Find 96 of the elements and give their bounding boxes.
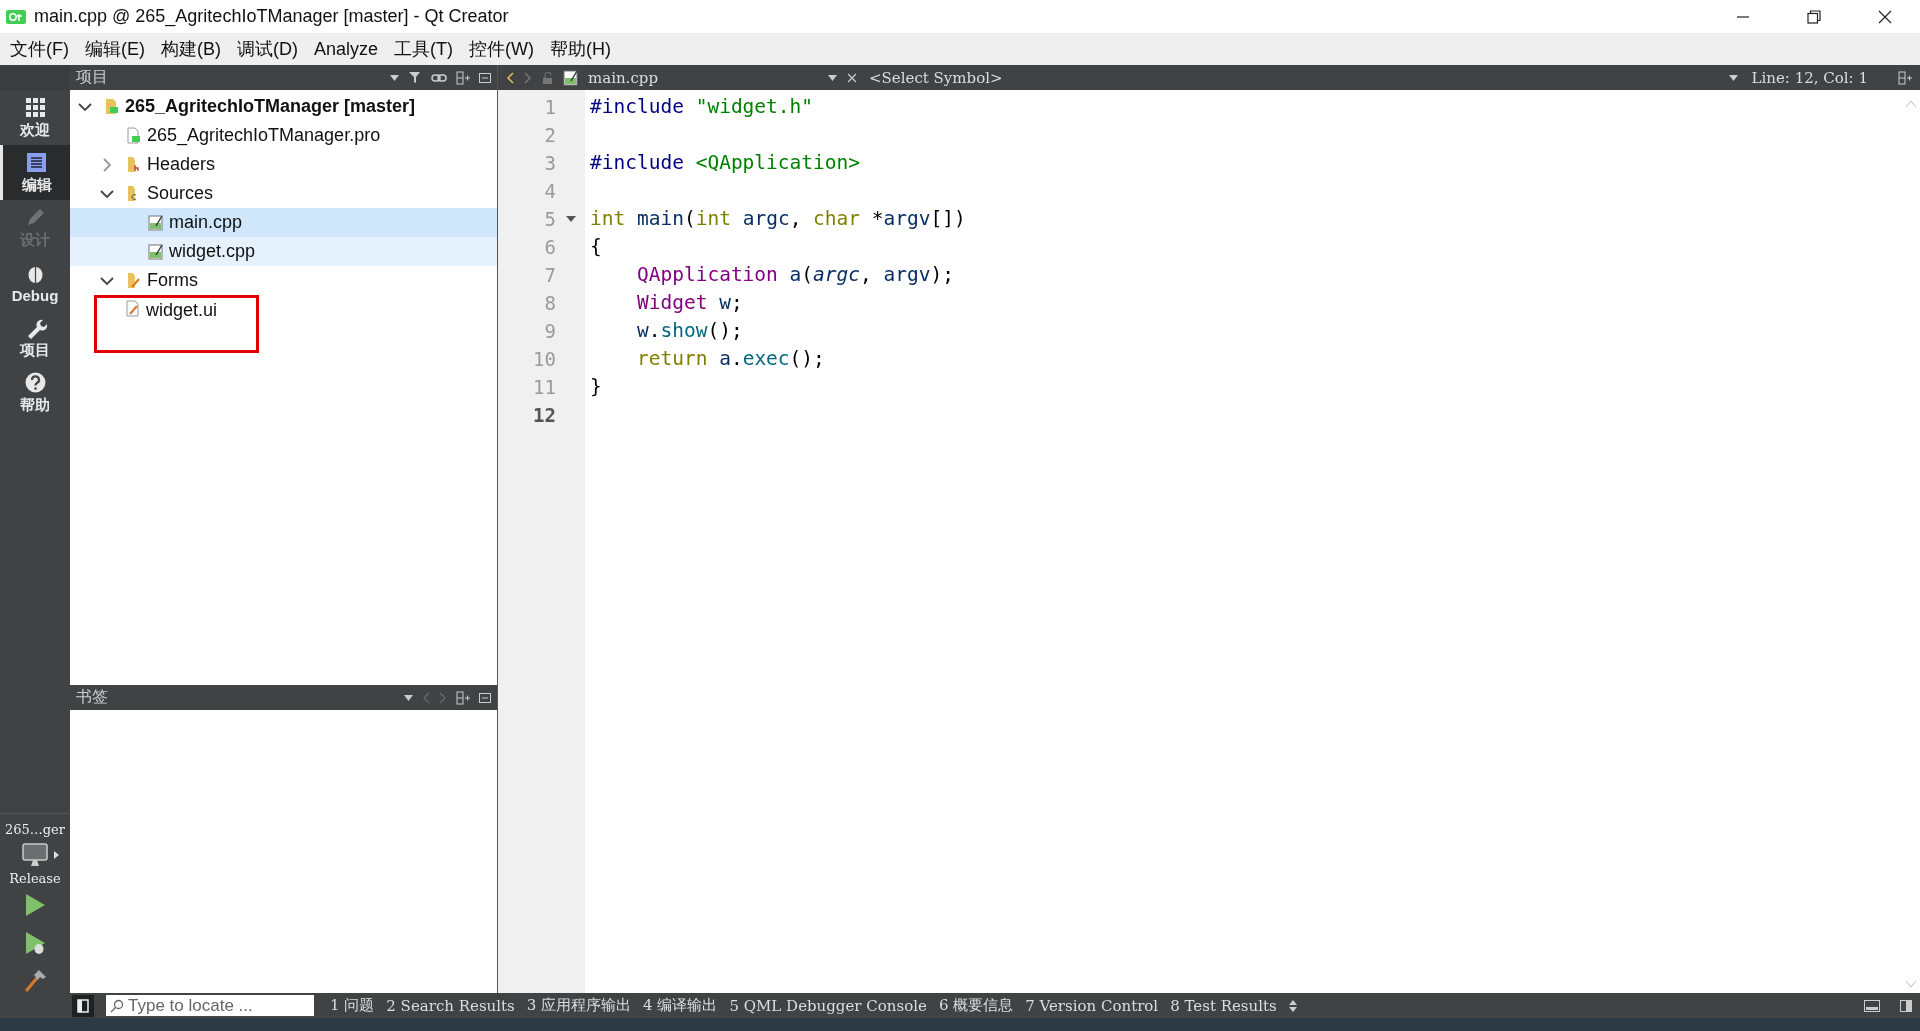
line-number: 11 [532, 376, 556, 398]
line-number: 3 [543, 152, 556, 174]
tree-item[interactable]: Forms [70, 266, 497, 295]
locate-field[interactable]: Type to locate ... [106, 995, 314, 1016]
dropdown-icon[interactable] [390, 74, 399, 81]
code-line: { [590, 234, 602, 260]
tree-item[interactable]: 265_AgritechIoTManager.pro [70, 121, 497, 150]
tree-item[interactable]: 265_AgritechIoTManager [master] [70, 92, 497, 121]
fold-icon[interactable] [565, 216, 576, 222]
menu-item[interactable]: Analyze [306, 38, 387, 60]
output-pane-button[interactable]: 7 Version Control [1025, 996, 1159, 1015]
split-icon[interactable] [456, 690, 470, 705]
menu-item[interactable]: 控件(W) [461, 37, 542, 61]
expand-icon[interactable] [1288, 999, 1297, 1012]
tree-item[interactable]: Sources [70, 179, 497, 208]
output-toggle-icon[interactable] [1900, 999, 1912, 1012]
menu-item[interactable]: 编辑(E) [77, 37, 153, 61]
mode-button[interactable]: 帮助 [0, 365, 70, 420]
code-line: return a.exec(); [635, 346, 825, 372]
grid-icon [23, 95, 47, 119]
dropdown-icon[interactable] [404, 694, 413, 701]
document-icon [25, 150, 48, 174]
code-line: Widget w; [635, 290, 743, 316]
form-file-icon [125, 300, 140, 317]
help-icon [23, 370, 47, 394]
close-pane-icon[interactable] [479, 692, 491, 703]
split-icon[interactable] [1898, 70, 1912, 85]
cursor-position[interactable]: Line: 12, Col: 1 [1751, 68, 1868, 87]
split-icon[interactable] [456, 70, 470, 85]
mode-button[interactable]: 编辑 [0, 145, 70, 200]
code-line: int main(int argc, char *argv[]) [590, 206, 966, 232]
search-icon [110, 998, 124, 1013]
code-line: w.show(); [635, 318, 743, 344]
close-pane-icon[interactable] [479, 72, 491, 83]
monitor-icon [21, 843, 48, 867]
code-line: QApplication a(argc, argv); [635, 262, 954, 288]
output-pane-button[interactable]: 4 编译输出 [643, 996, 718, 1015]
menu-item[interactable]: 构建(B) [153, 37, 229, 61]
mode-button[interactable]: Debug [0, 255, 70, 310]
line-number: 4 [543, 180, 556, 202]
menu-item[interactable]: 调试(D) [229, 37, 306, 61]
pane-title: 项目 [76, 67, 108, 87]
line-number: 5 [543, 208, 556, 230]
code-line: #include "widget.h" [590, 94, 814, 120]
lock-icon [542, 71, 553, 84]
restore-icon[interactable] [1806, 9, 1821, 24]
source-file-icon [148, 243, 163, 260]
code-line: } [590, 374, 602, 400]
line-number: 9 [543, 320, 556, 342]
hammer-icon[interactable] [23, 969, 47, 993]
progress-icon[interactable] [1864, 999, 1880, 1012]
filter-icon[interactable] [408, 70, 422, 85]
line-number: 2 [543, 124, 556, 146]
debug-run-icon[interactable] [24, 931, 46, 955]
tree-item[interactable]: widget.ui [94, 295, 259, 353]
line-number: 6 [543, 236, 556, 258]
output-pane-button[interactable]: 6 概要信息 [938, 996, 1014, 1015]
menu-item[interactable]: 文件(F) [2, 37, 77, 61]
mode-button[interactable]: 项目 [0, 310, 70, 365]
caret-icon [53, 851, 59, 859]
output-pane-button[interactable]: 3 应用程序输出 [526, 996, 632, 1015]
app-logo-icon [6, 9, 26, 24]
menu-item[interactable]: 工具(T) [386, 37, 461, 61]
output-pane-button[interactable]: 5 QML Debugger Console [729, 996, 927, 1015]
output-pane-button[interactable]: 2 Search Results [386, 996, 515, 1015]
close-icon[interactable] [1877, 9, 1892, 24]
folder-icon [126, 156, 141, 173]
folder-icon [126, 272, 141, 289]
project-file-icon [126, 127, 141, 144]
symbol-selector[interactable]: <Select Symbol> [869, 68, 1003, 87]
dropdown-icon[interactable] [828, 74, 837, 81]
menu-item[interactable]: 帮助(H) [542, 37, 619, 61]
output-pane-button[interactable]: 1 问题 [330, 996, 375, 1015]
line-number: 10 [532, 348, 556, 370]
output-pane-button[interactable]: 8 Test Results [1170, 996, 1277, 1015]
line-number: 12 [532, 404, 556, 426]
line-number: 1 [543, 96, 556, 118]
sidebar-toggle-icon[interactable] [72, 994, 94, 1017]
tree-item[interactable]: main.cpp [70, 208, 497, 237]
tree-item[interactable]: Headers [70, 150, 497, 179]
chevron-right-icon[interactable] [100, 157, 114, 172]
dropdown-icon[interactable] [1728, 74, 1738, 81]
link-icon[interactable] [431, 71, 447, 84]
source-file-icon [148, 214, 163, 231]
window-title: main.cpp @ 265_AgritechIoTManager [master] - Qt Creator [34, 6, 509, 27]
line-number: 7 [543, 264, 556, 286]
run-icon[interactable] [24, 893, 46, 917]
file-selector[interactable]: main.cpp [588, 68, 818, 87]
project-folder-icon [104, 98, 119, 115]
code-line: #include <QApplication> [590, 150, 861, 176]
pane-title: 书签 [76, 687, 108, 707]
source-file-icon [563, 69, 578, 86]
mode-button[interactable]: 欢迎 [0, 90, 70, 145]
line-number: 8 [543, 292, 556, 314]
back-icon[interactable] [506, 71, 514, 84]
tree-item[interactable]: widget.cpp [70, 237, 497, 266]
